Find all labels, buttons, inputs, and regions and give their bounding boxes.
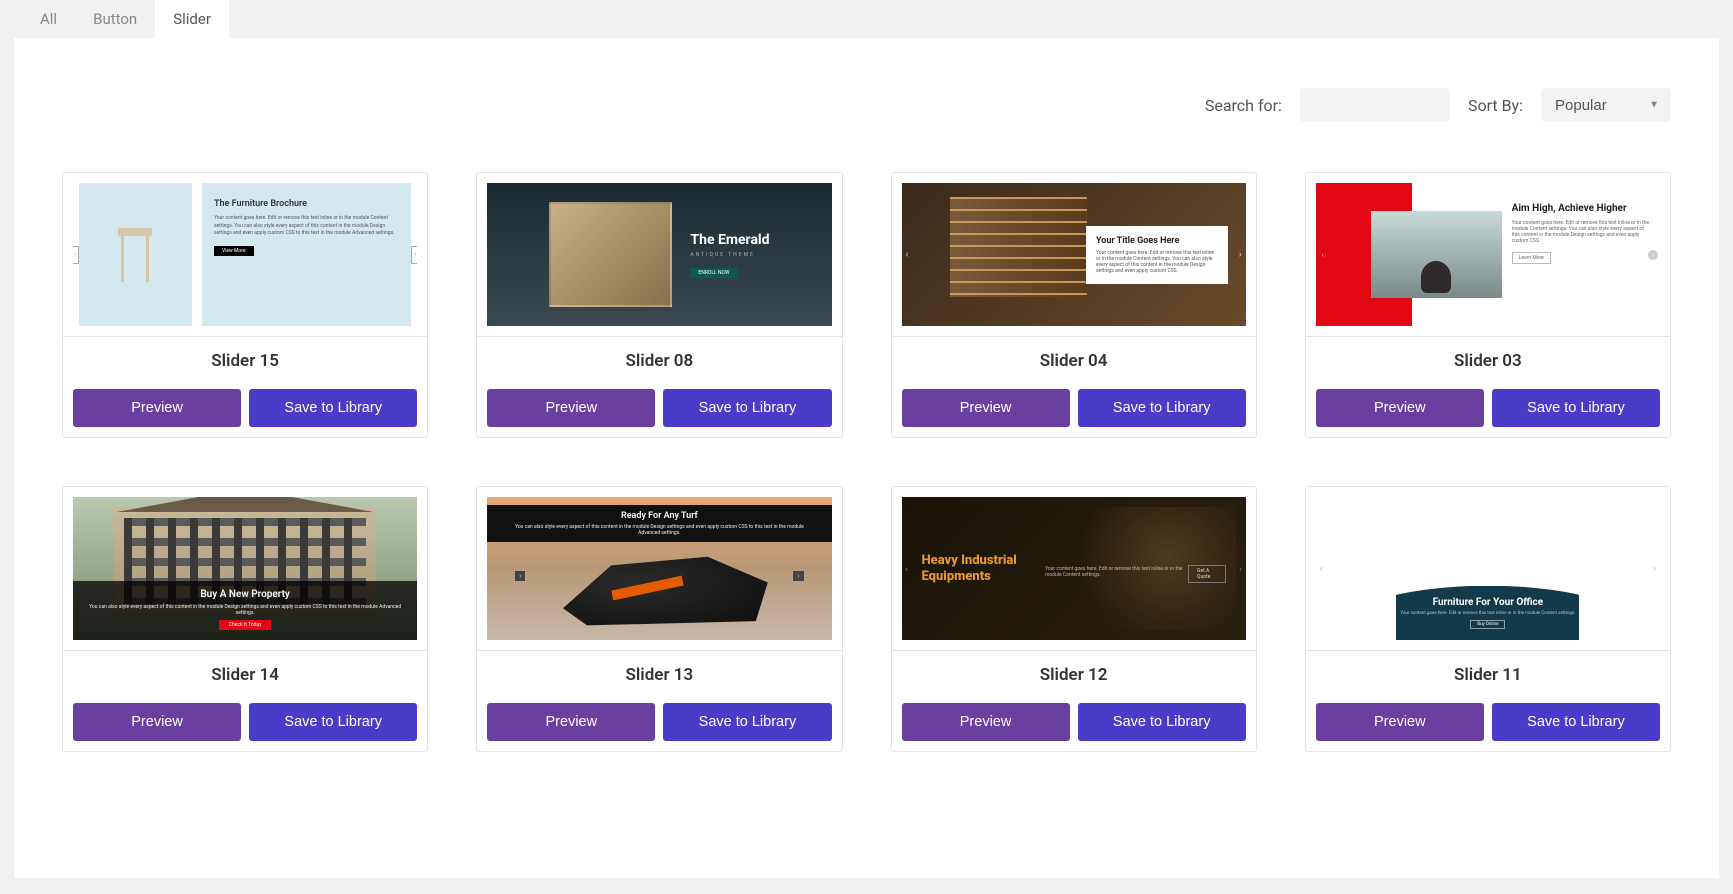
- next-icon: ›: [1239, 249, 1242, 260]
- template-card: ‹ Furniture For Your Office Your content…: [1305, 486, 1671, 752]
- thumb-heading: Buy A New Property: [79, 589, 411, 600]
- template-title: Slider 14: [73, 665, 417, 685]
- tab-all[interactable]: All: [22, 0, 75, 38]
- thumb-paragraph: Your content goes here. Edit or remove t…: [1096, 250, 1218, 274]
- next-icon: ›: [1239, 564, 1241, 573]
- template-thumbnail: ‹ The Furniture Brochure Your content go…: [63, 173, 427, 337]
- preview-button[interactable]: Preview: [1316, 703, 1484, 741]
- thumb-paragraph: Your content goes here. Edit or remove t…: [1400, 611, 1575, 616]
- thumb-button: Check It Today: [219, 620, 272, 630]
- template-title: Slider 13: [487, 665, 831, 685]
- content-area: Search for: Sort By: Popular ▼ ‹ The Fu: [14, 38, 1719, 878]
- template-card: Ready For Any Turf You can also style ev…: [476, 486, 842, 752]
- thumb-button: Get A Quote: [1188, 565, 1226, 583]
- template-title: Slider 03: [1316, 351, 1660, 371]
- preview-button[interactable]: Preview: [73, 389, 241, 427]
- template-card: The Emerald ANTIQUE THEME ENROLL NOW Sli…: [476, 172, 842, 438]
- prev-icon: ‹: [906, 564, 908, 573]
- tab-button[interactable]: Button: [75, 0, 155, 38]
- preview-button[interactable]: Preview: [487, 703, 655, 741]
- thumb-button: View More: [214, 246, 254, 256]
- search-label: Search for:: [1205, 96, 1282, 115]
- thumb-subheading: ANTIQUE THEME: [690, 252, 769, 258]
- toolbar: Search for: Sort By: Popular ▼: [62, 88, 1671, 122]
- next-icon: ›: [1648, 250, 1658, 260]
- next-icon: ›: [793, 571, 803, 581]
- template-card: ‹ Heavy Industrial Equipments Your conte…: [891, 486, 1257, 752]
- save-to-library-button[interactable]: Save to Library: [249, 703, 417, 741]
- thumb-heading: Ready For Any Turf: [505, 511, 813, 521]
- thumb-heading: Your Title Goes Here: [1096, 236, 1218, 246]
- preview-button[interactable]: Preview: [1316, 389, 1484, 427]
- thumb-paragraph: Your content goes here. Edit or remove t…: [1045, 566, 1188, 578]
- template-card: ‹ Aim High, Achieve Higher Your content …: [1305, 172, 1671, 438]
- save-to-library-button[interactable]: Save to Library: [1492, 703, 1660, 741]
- save-to-library-button[interactable]: Save to Library: [1078, 703, 1246, 741]
- thumb-heading: The Emerald: [690, 232, 769, 248]
- template-thumbnail: ‹ Your Title Goes Here Your content goes…: [892, 173, 1256, 337]
- template-title: Slider 15: [73, 351, 417, 371]
- thumb-heading: Heavy Industrial Equipments: [922, 553, 1045, 584]
- thumb-paragraph: Your content goes here. Edit or remove t…: [214, 215, 399, 238]
- template-card: Buy A New Property You can also style ev…: [62, 486, 428, 752]
- template-card: ‹ The Furniture Brochure Your content go…: [62, 172, 428, 438]
- next-icon: ›: [1653, 564, 1656, 574]
- next-icon: ›: [411, 246, 417, 264]
- template-title: Slider 08: [487, 351, 831, 371]
- template-thumbnail: ‹ Aim High, Achieve Higher Your content …: [1306, 173, 1670, 337]
- save-to-library-button[interactable]: Save to Library: [1078, 389, 1246, 427]
- save-to-library-button[interactable]: Save to Library: [249, 389, 417, 427]
- template-thumbnail: The Emerald ANTIQUE THEME ENROLL NOW: [477, 173, 841, 337]
- category-tabs: All Button Slider: [14, 0, 1719, 38]
- preview-button[interactable]: Preview: [73, 703, 241, 741]
- thumb-paragraph: You can also style every aspect of this …: [505, 524, 813, 536]
- template-thumbnail: Buy A New Property You can also style ev…: [63, 487, 427, 651]
- thumb-paragraph: You can also style every aspect of this …: [79, 604, 411, 616]
- thumb-button: Learn More: [1512, 252, 1551, 264]
- search-input[interactable]: [1300, 88, 1450, 122]
- template-card: ‹ Your Title Goes Here Your content goes…: [891, 172, 1257, 438]
- preview-button[interactable]: Preview: [902, 389, 1070, 427]
- save-to-library-button[interactable]: Save to Library: [663, 703, 831, 741]
- preview-button[interactable]: Preview: [902, 703, 1070, 741]
- tab-slider[interactable]: Slider: [155, 0, 229, 38]
- thumb-heading: Aim High, Achieve Higher: [1512, 203, 1650, 214]
- template-thumbnail: Ready For Any Turf You can also style ev…: [477, 487, 841, 651]
- template-grid: ‹ The Furniture Brochure Your content go…: [62, 172, 1671, 752]
- thumb-paragraph: Your content goes here. Edit or remove t…: [1512, 220, 1650, 244]
- prev-icon: ‹: [906, 249, 909, 260]
- prev-icon: ‹: [515, 571, 525, 581]
- prev-icon: ‹: [73, 246, 79, 264]
- template-thumbnail: ‹ Heavy Industrial Equipments Your conte…: [892, 487, 1256, 651]
- thumb-heading: Furniture For Your Office: [1400, 597, 1575, 608]
- thumb-button: ENROLL NOW: [690, 268, 737, 278]
- thumb-button: Buy Online: [1470, 620, 1505, 629]
- sort-select[interactable]: Popular: [1541, 88, 1671, 122]
- template-title: Slider 11: [1316, 665, 1660, 685]
- thumb-heading: The Furniture Brochure: [214, 199, 399, 209]
- template-title: Slider 04: [902, 351, 1246, 371]
- sort-label: Sort By:: [1468, 96, 1523, 115]
- prev-icon: ‹: [1318, 250, 1328, 260]
- save-to-library-button[interactable]: Save to Library: [1492, 389, 1660, 427]
- prev-icon: ‹: [1320, 564, 1323, 574]
- save-to-library-button[interactable]: Save to Library: [663, 389, 831, 427]
- preview-button[interactable]: Preview: [487, 389, 655, 427]
- template-title: Slider 12: [902, 665, 1246, 685]
- template-thumbnail: ‹ Furniture For Your Office Your content…: [1306, 487, 1670, 651]
